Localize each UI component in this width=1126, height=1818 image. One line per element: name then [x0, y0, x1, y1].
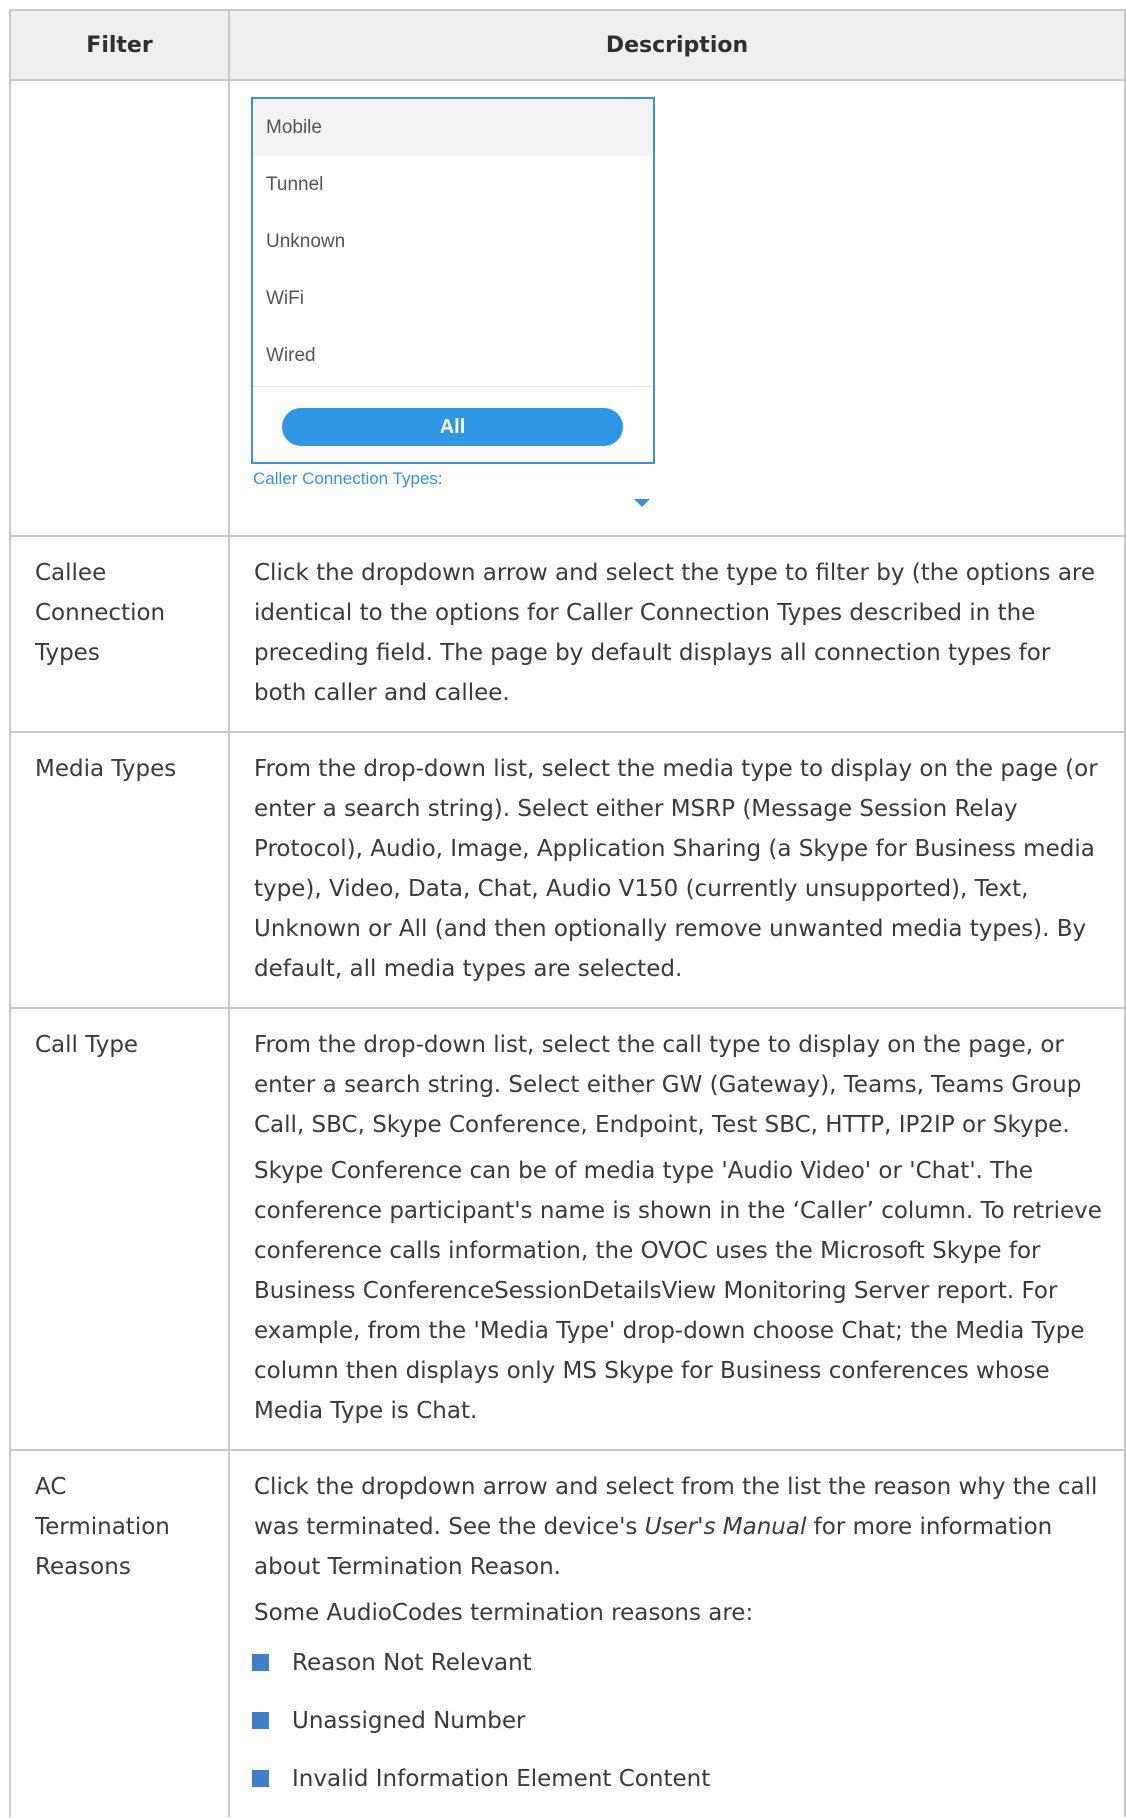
table-row-callee-connection-types: Callee Connection Types Click the dropdo… [9, 535, 1126, 733]
termination-reasons-list: Reason Not Relevant Unassigned Number In… [252, 1643, 1102, 1799]
description-column-header: Description [228, 9, 1126, 81]
dropdown-option-wired[interactable]: Wired [253, 327, 653, 384]
termination-reasons-intro: Some AudioCodes termination reasons are: [254, 1600, 754, 1626]
list-item-label: Invalid Information Element Content [292, 1766, 711, 1792]
dropdown-option-mobile[interactable]: Mobile [253, 99, 653, 156]
filter-cell-ac-termination: AC Termination Reasons [9, 1449, 230, 1817]
filter-line: Reasons [35, 1554, 131, 1580]
callee-description: Click the dropdown arrow and select the … [254, 560, 1096, 706]
square-bullet-icon [252, 1712, 269, 1729]
dropdown-list: Mobile Tunnel Unknown WiFi Wired All [251, 97, 655, 464]
dropdown-option-wifi[interactable]: WiFi [253, 270, 653, 327]
filter-cell-call-type: Call Type [9, 1007, 230, 1451]
caller-connection-types-label: Caller Connection Types: [253, 469, 443, 488]
connection-types-dropdown-screenshot: Mobile Tunnel Unknown WiFi Wired All Cal… [251, 97, 655, 507]
description-cell-media: From the drop-down list, select the medi… [228, 731, 1126, 1009]
filter-line: AC [35, 1474, 67, 1500]
ac-termination-description: Click the dropdown arrow and select from… [254, 1467, 1102, 1587]
list-item-label: Unassigned Number [292, 1708, 526, 1734]
select-all-button[interactable]: All [282, 408, 623, 446]
chevron-down-icon[interactable] [634, 499, 650, 507]
list-item: Reason Not Relevant [252, 1643, 1102, 1683]
list-item: Unassigned Number [252, 1701, 1102, 1741]
square-bullet-icon [252, 1770, 269, 1787]
table-header-row: Filter Description [9, 9, 1126, 81]
list-item: Invalid Information Element Content [252, 1759, 1102, 1799]
call-type-description-1: From the drop-down list, select the call… [254, 1032, 1082, 1138]
call-type-description-2: Skype Conference can be of media type 'A… [254, 1158, 1102, 1424]
media-description: From the drop-down list, select the medi… [254, 756, 1098, 982]
table-row-media-types: Media Types From the drop-down list, sel… [9, 731, 1126, 1009]
description-cell-dropdown: Mobile Tunnel Unknown WiFi Wired All Cal… [228, 79, 1126, 537]
table-row-call-type: Call Type From the drop-down list, selec… [9, 1007, 1126, 1451]
filter-cell-media: Media Types [9, 731, 230, 1009]
filter-description-table: Filter Description Mobile Tunnel Unknown… [9, 9, 1126, 1817]
square-bullet-icon [252, 1654, 269, 1671]
description-cell-ac-termination: Click the dropdown arrow and select from… [228, 1449, 1126, 1817]
table-row-caller-connection-types: Mobile Tunnel Unknown WiFi Wired All Cal… [9, 79, 1126, 537]
filter-line: Termination [35, 1514, 170, 1540]
description-cell-call-type: From the drop-down list, select the call… [228, 1007, 1126, 1451]
dropdown-footer: All [253, 386, 653, 465]
users-manual-reference: User's Manual [644, 1514, 807, 1540]
filter-cell-empty [9, 79, 230, 537]
dropdown-option-tunnel[interactable]: Tunnel [253, 156, 653, 213]
table-row-ac-termination-reasons: AC Termination Reasons Click the dropdow… [9, 1449, 1126, 1817]
filter-column-header: Filter [9, 9, 230, 81]
dropdown-option-unknown[interactable]: Unknown [253, 213, 653, 270]
list-item-label: Reason Not Relevant [292, 1650, 532, 1676]
filter-cell-callee: Callee Connection Types [9, 535, 230, 733]
description-cell-callee: Click the dropdown arrow and select the … [228, 535, 1126, 733]
